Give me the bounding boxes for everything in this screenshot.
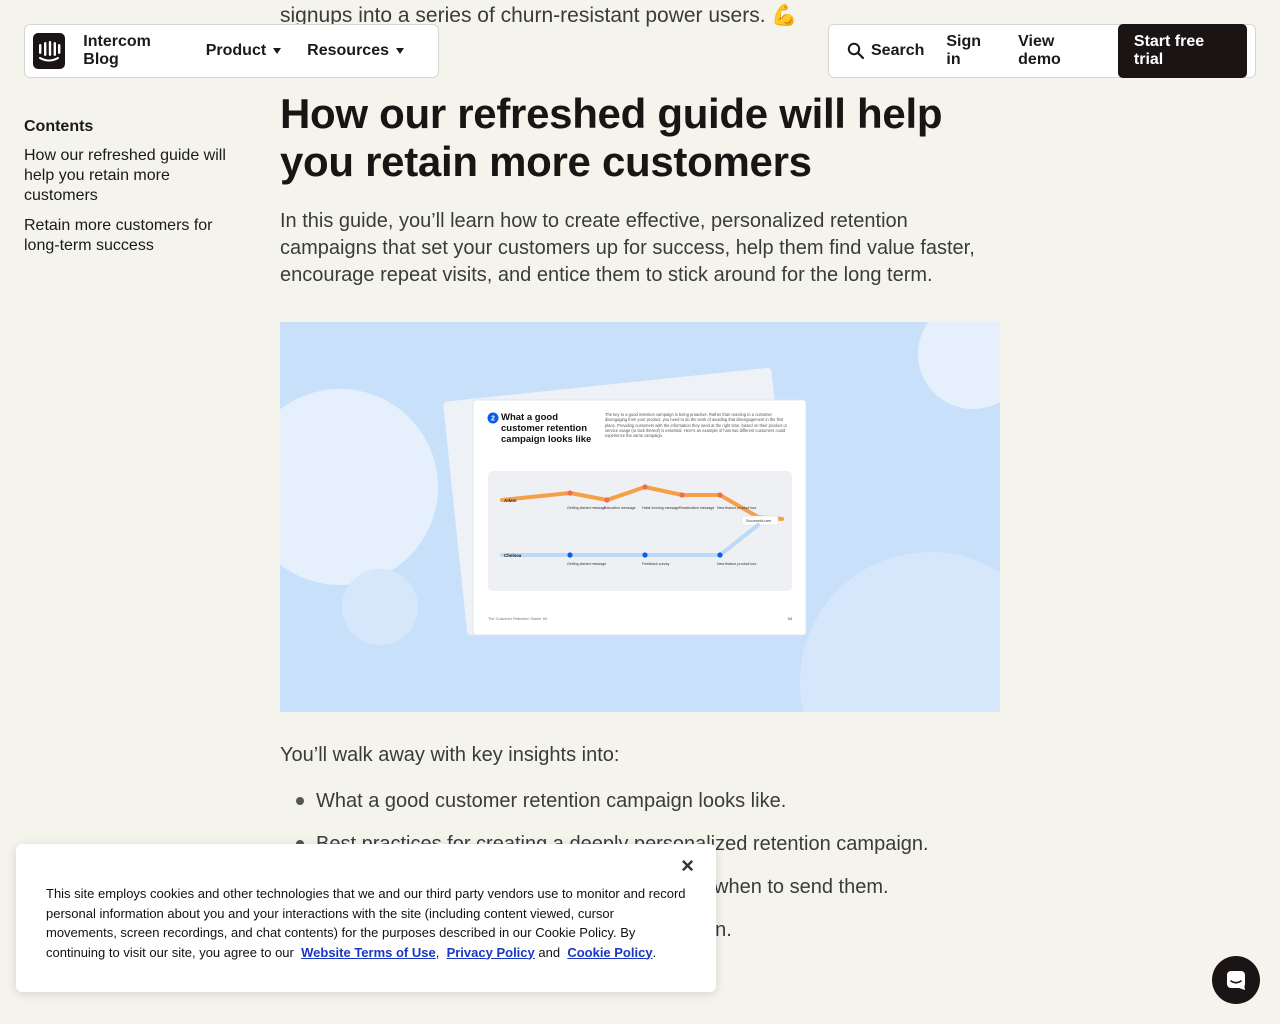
chelsea-step: Feedback survey [642, 562, 670, 566]
adam-step: New feature product tour [717, 506, 757, 510]
insights-intro: You’ll walk away with key insights into: [280, 744, 620, 766]
table-of-contents: Contents How our refreshed guide will he… [24, 118, 234, 266]
card-body: The key to a good retention campaign is … [605, 412, 788, 439]
cookie-and: and [538, 944, 561, 960]
list-item: What a good customer retention campaign … [296, 786, 996, 829]
card-footer-left: The Customer Retention Starter Kit [488, 617, 548, 621]
terms-of-use-link[interactable]: Website Terms of Use [301, 945, 436, 960]
section-heading: How our refreshed guide will help you re… [280, 90, 943, 185]
resources-menu[interactable]: Resources [307, 42, 404, 60]
persona-chelsea: Chelsea [504, 553, 522, 558]
search-button[interactable]: Search [847, 42, 924, 60]
card-footer-right: 04 [788, 617, 792, 621]
search-icon [847, 42, 865, 60]
adam-step: Reactivation message [679, 506, 714, 510]
product-menu[interactable]: Product [205, 42, 282, 60]
adam-step: Education message [604, 506, 636, 510]
secondary-nav: Search Sign in View demo Start free tria… [828, 24, 1256, 78]
resources-menu-label: Resources [307, 42, 389, 59]
section-lead-paragraph: In this guide, you’ll learn how to creat… [280, 210, 975, 286]
chat-launcher-button[interactable] [1212, 956, 1260, 1004]
caret-down-icon [273, 48, 282, 54]
caret-down-icon [396, 48, 404, 54]
cookie-text: This site employs cookies and other tech… [46, 886, 686, 960]
adam-step: Getting started message [567, 506, 606, 510]
card-title: What a good customer retention campaign … [501, 412, 592, 445]
guide-preview-image: 2 What a good customer retention campaig… [280, 322, 1000, 712]
cookie-consent-banner: × This site employs cookies and other te… [16, 844, 716, 992]
intercom-logo-icon[interactable] [33, 33, 66, 69]
view-demo-link[interactable]: View demo [1018, 33, 1096, 69]
primary-nav: Intercom Blog Product Resources [24, 24, 439, 78]
chat-icon [1227, 971, 1245, 990]
blog-home-link[interactable]: Intercom Blog [83, 33, 179, 69]
step-number: 2 [491, 416, 495, 423]
adam-step: Habit-forming message [642, 506, 679, 510]
close-icon[interactable]: × [681, 855, 694, 877]
successful-user-label: Successful user [746, 519, 772, 523]
privacy-policy-link[interactable]: Privacy Policy [447, 945, 535, 960]
toc-item[interactable]: How our refreshed guide will help you re… [24, 146, 234, 206]
article-section: How our refreshed guide will help you re… [280, 90, 1000, 289]
list-item-visible-tail: l when to send them. [704, 876, 889, 898]
cookie-policy-link[interactable]: Cookie Policy [567, 945, 652, 960]
persona-adam: Adam [504, 498, 517, 503]
toc-title: Contents [24, 118, 94, 135]
sign-in-link[interactable]: Sign in [946, 33, 996, 69]
product-menu-label: Product [205, 42, 267, 59]
chelsea-step: New feature product tour [717, 562, 757, 566]
chelsea-step: Getting started message [567, 562, 606, 566]
search-label: Search [871, 42, 925, 59]
toc-item[interactable]: Retain more customers for long-term succ… [24, 216, 234, 256]
start-free-trial-button[interactable]: Start free trial [1117, 24, 1247, 78]
